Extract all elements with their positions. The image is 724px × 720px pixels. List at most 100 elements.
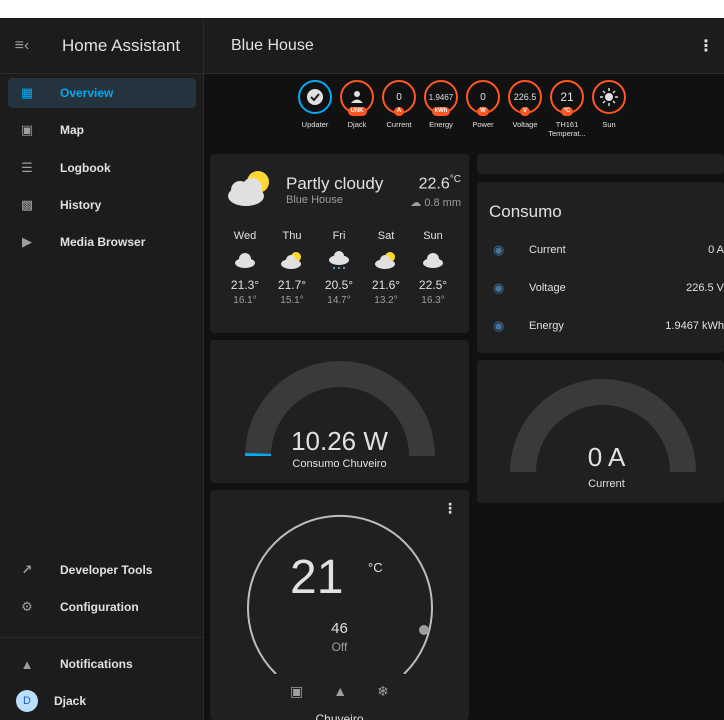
sidebar-item-map[interactable]: ▣ Map [8,115,196,145]
badge-power[interactable]: 0 W Power [464,80,502,138]
more-vert-icon[interactable]: ⋮ [443,500,457,517]
sidebar-item-configuration[interactable]: ⚙ Configuration [8,592,196,622]
forecast-low: 13.2° [374,295,398,306]
forecast-day-name: Thu [282,230,302,242]
forecast-day: Thu 21.7° 15.1° [272,230,312,306]
entity-name: Voltage [529,282,566,294]
badge-sun[interactable]: Sun [590,80,628,138]
cloud-icon [225,246,265,274]
thermostat-card[interactable]: ⋮ 21 °C 46 Off ▣ ▲ ❄ Chuveiro [210,490,469,720]
eye-icon: ◉ [493,242,505,257]
badge-label: Sun [602,120,616,129]
forecast-high: 21.3° [230,278,260,292]
gauge-card-power[interactable]: 10.26 W Consumo Chuveiro [210,340,469,483]
forecast-day-name: Sat [377,230,395,242]
partly-cloudy-icon [366,246,406,274]
gauge-name: Current [588,478,625,490]
badge-unit: V [519,107,530,116]
forecast-day: Fri 20.5° 14.7° [319,230,359,306]
sidebar-item-notifications[interactable]: ▲ Notifications [8,649,196,679]
sun-icon [600,88,618,106]
forecast-day: Wed 21.3° 16.1° [225,230,265,306]
badge-label: Djack [347,120,367,129]
partly-cloudy-icon [228,171,269,206]
empty-card [477,154,724,174]
badge-updater[interactable]: Updater [296,80,334,138]
forecast-day-name: Fri [332,230,346,242]
sidebar-item-label: Overview [60,86,114,100]
weather-location: Blue House [286,194,343,206]
entity-name: Current [529,244,566,256]
badge-label: Energy [429,120,453,129]
sidebar-item-history[interactable]: ▩ History [8,190,196,220]
thermostat-modes: ▣ ▲ ❄ [290,683,389,700]
menu-collapse-icon[interactable]: ≡‹ [0,37,44,55]
history-icon: ▩ [20,197,34,212]
fire-icon[interactable]: ▲ [333,683,347,700]
badge-th161-temperature[interactable]: 21 °C TH161 Temperat... [548,80,586,138]
weather-card[interactable]: Partly cloudy Blue House 22.6°C ☁ 0.8 mm… [210,154,469,333]
card-title: Consumo [489,202,562,221]
badge-unit: W [477,107,489,116]
forecast-high: 21.6° [371,278,401,292]
sidebar-divider [0,637,204,638]
sidebar-item-overview[interactable]: ▦ Overview [8,78,196,108]
thermostat-name: Chuveiro [315,712,364,720]
badge-current[interactable]: 0 A Current [380,80,418,138]
badge-ring [298,80,332,114]
sidebar-item-label: Developer Tools [60,563,153,577]
sidebar-item-developer-tools[interactable]: ↗ Developer Tools [8,555,196,585]
badge-unit: UNK [347,107,367,116]
entity-value: 1.9467 kWh [665,320,724,332]
hammer-icon: ↗ [21,562,33,577]
check-icon [307,89,323,105]
more-vert-icon[interactable]: ⋮ [698,36,714,56]
weather-precipitation-value: 0.8 mm [424,197,461,209]
gauge-card-current[interactable]: 0 A Current [477,360,724,503]
logbook-icon: ☰ [21,160,33,175]
badge-ring [592,80,626,114]
forecast-day-name: Sun [423,230,443,242]
badge-djack[interactable]: UNK Djack [338,80,376,138]
thermostat-state: Off [331,640,348,654]
gauge-name: Consumo Chuveiro [292,458,387,470]
map-icon: ▣ [20,122,34,137]
thermostat-unit: °C [368,560,383,575]
entities-card-consumo[interactable]: Consumo ◉ Current 0 A ◉ Voltage 226.5 V … [477,182,724,353]
window-top-strip [0,0,724,18]
gauge-value: 0 A [587,442,626,472]
app-title: Home Assistant [62,35,181,55]
forecast-day: Sat 21.6° 13.2° [366,230,406,306]
sidebar-item-user[interactable]: D Djack [8,686,196,716]
partly-cloudy-icon [272,246,312,274]
forecast-day: Sun 22.5° 16.3° [413,230,453,306]
entity-value: 0 A [708,244,724,256]
entity-row-current[interactable]: ◉ Current 0 A [493,235,724,265]
top-app-bar: Blue House ⋮ [204,18,724,74]
entity-row-energy[interactable]: ◉ Energy 1.9467 kWh [493,311,724,341]
badge-label: TH161 Temperat... [548,120,586,138]
sidebar-item-media-browser[interactable]: ▶ Media Browser [8,227,196,257]
weather-temperature: 22.6°C [419,174,461,193]
badge-voltage[interactable]: 226.5 V Voltage [506,80,544,138]
sidebar-item-logbook[interactable]: ☰ Logbook [8,153,196,183]
sidebar-item-label: Logbook [60,161,111,175]
thermostat-target-temp[interactable]: 46 [210,620,469,637]
snowflake-icon[interactable]: ❄ [377,683,389,700]
weather-temp-value: 22.6 [418,175,450,193]
cog-icon: ⚙ [21,599,33,614]
media-browser-icon: ▶ [22,234,32,249]
snowy-icon [319,246,359,274]
entity-value: 226.5 V [686,282,724,294]
calendar-clock-icon[interactable]: ▣ [290,683,303,700]
sidebar-item-label: Media Browser [60,235,146,249]
forecast-low: 16.3° [421,295,445,306]
badge-label: Voltage [512,120,538,129]
entity-row-voltage[interactable]: ◉ Voltage 226.5 V [493,273,724,303]
forecast-low: 14.7° [327,295,351,306]
badge-unit: kWh [431,107,451,116]
badge-label: Current [386,120,412,129]
badge-unit: °C [560,107,574,116]
badge-energy[interactable]: 1.9467 kWh Energy [422,80,460,138]
view-dashboard-icon: ▦ [20,85,34,100]
